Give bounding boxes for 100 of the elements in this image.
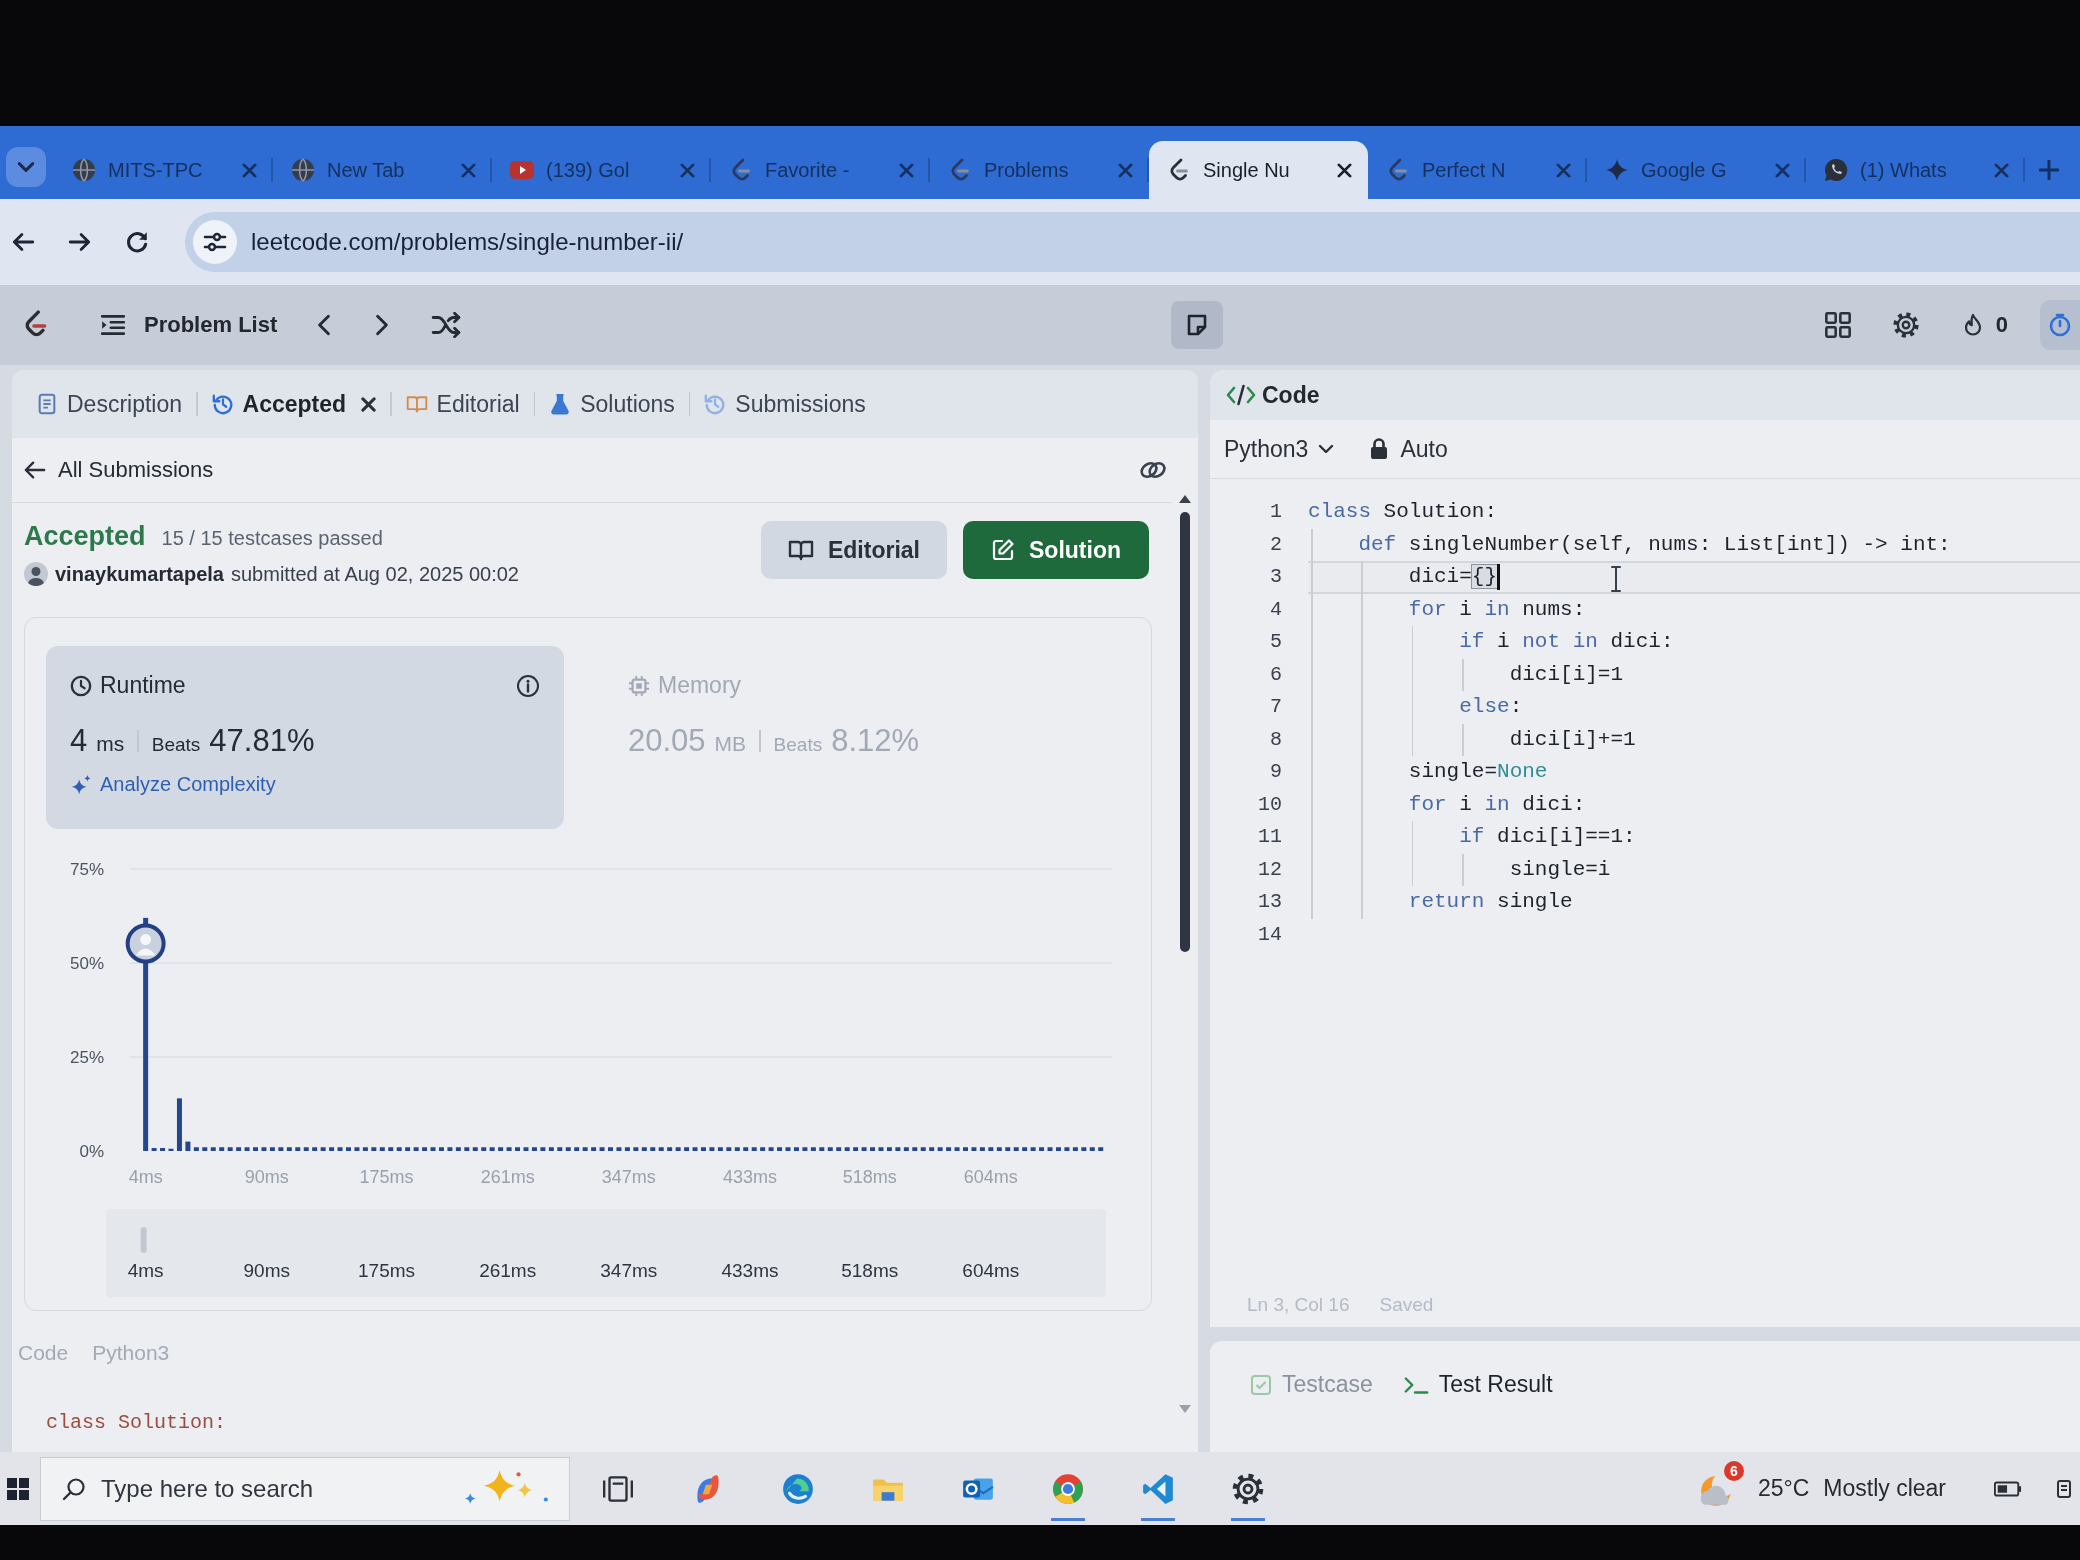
site-settings-icon[interactable] (193, 220, 237, 264)
range-label: 175ms (358, 1260, 416, 1281)
timer-button[interactable] (2040, 300, 2080, 350)
shuffle-icon[interactable] (431, 312, 462, 338)
chart-bar (557, 1147, 563, 1151)
close-icon[interactable] (361, 396, 377, 412)
code-line: else: (1459, 694, 1523, 721)
range-handle[interactable] (140, 1227, 147, 1253)
reload-icon[interactable] (124, 229, 150, 255)
chart-bar (751, 1147, 757, 1151)
plus-icon[interactable] (2039, 160, 2059, 180)
panel-tab[interactable]: Submissions (690, 390, 880, 418)
avatar-icon (24, 562, 48, 586)
wave-logo-icon[interactable] (781, 1471, 815, 1506)
y-axis-label: 50% (69, 954, 104, 973)
line-number: 3 (1269, 564, 1282, 590)
panel-tab[interactable]: Description (22, 390, 197, 418)
chart-bar (582, 1147, 588, 1151)
layout-grid-icon[interactable] (1823, 311, 1852, 339)
chart-bar (1047, 1147, 1053, 1151)
chart-bar (878, 1147, 884, 1151)
panel-tab[interactable]: Editorial (391, 390, 534, 418)
ribbon-icon[interactable] (1141, 1471, 1175, 1506)
section-label: Code (18, 1341, 69, 1365)
chart-bar (168, 1148, 174, 1151)
chart-bar (709, 1147, 715, 1151)
range-label: 347ms (600, 1260, 658, 1281)
chart-bar (1030, 1147, 1036, 1151)
editorial-button[interactable]: Editorial (761, 521, 947, 579)
scroll-up-icon[interactable] (1178, 494, 1192, 504)
chart-bar (658, 1147, 664, 1151)
all-submissions-link[interactable]: All Submissions (24, 457, 214, 483)
chart-bar (565, 1147, 571, 1151)
chart-bar (608, 1147, 613, 1151)
chart-bar (430, 1147, 436, 1151)
beats-label: Beats (773, 734, 823, 756)
start-menu-icon[interactable] (6, 1476, 30, 1501)
color-wheel-icon[interactable] (1051, 1471, 1085, 1506)
search-icon (61, 1476, 87, 1501)
chevron-left-icon[interactable] (317, 314, 332, 336)
chart-bar (405, 1147, 411, 1151)
address-field[interactable]: leetcode.com/problems/single-number-ii/ (185, 212, 2080, 272)
chip-icon (628, 674, 650, 697)
book-icon (405, 393, 428, 415)
analyze-complexity-link[interactable]: Analyze Complexity (70, 773, 276, 796)
chart-bar (1039, 1147, 1045, 1151)
chart-bar (346, 1147, 351, 1151)
panel-tab[interactable]: Solutions (535, 390, 689, 418)
note-icon (1185, 313, 1209, 337)
chart-bar (1081, 1147, 1087, 1151)
solution-button[interactable]: Solution (963, 521, 1149, 579)
browser-tab[interactable]: Single Nu (1149, 141, 1368, 199)
chevron-right-icon[interactable] (375, 314, 390, 336)
tab-search-button[interactable] (6, 147, 46, 187)
chart-bar (760, 1147, 766, 1151)
chart-bar (650, 1147, 656, 1151)
metric-unit: ms (96, 732, 125, 756)
chart-bar (1022, 1147, 1028, 1151)
chart-bar (929, 1147, 935, 1151)
language-select[interactable]: Python3 (1224, 435, 1335, 463)
chart-bar (303, 1147, 309, 1151)
panel-tab[interactable]: Accepted (197, 390, 391, 418)
tray-icon[interactable] (2056, 1478, 2072, 1499)
battery-icon[interactable] (1994, 1479, 2022, 1498)
panel-title: Code (1262, 381, 1320, 409)
chart-bar (726, 1147, 732, 1151)
chart-bar (844, 1147, 850, 1151)
chart-bar (447, 1147, 453, 1151)
line-number: 13 (1257, 889, 1282, 915)
chart-bar (269, 1147, 275, 1151)
username-link[interactable]: vinaykumartapela (55, 562, 224, 586)
chart-bar (777, 1147, 783, 1151)
chart-bar (261, 1147, 267, 1151)
submission-time: submitted at Aug 02, 2025 00:02 (231, 562, 519, 586)
code-line: for i in dici: (1408, 791, 1586, 818)
chart-bar (219, 1147, 225, 1151)
settings-icon[interactable] (1891, 311, 1920, 339)
line-number: 10 (1257, 791, 1282, 818)
globe-icon (291, 158, 315, 182)
chart-bar (734, 1147, 740, 1151)
problem-list-button[interactable]: Problem List (100, 312, 278, 338)
close-icon[interactable] (1337, 162, 1352, 178)
settings-icon[interactable] (1231, 1471, 1265, 1506)
chart-bar (413, 1147, 419, 1151)
chart-bar (337, 1147, 343, 1151)
notes-button[interactable] (1171, 301, 1223, 349)
console-tab[interactable]: Test Result (1402, 1371, 1553, 1398)
chart-bar (920, 1147, 926, 1151)
scrollbar-thumb[interactable] (1180, 512, 1190, 952)
info-icon[interactable] (516, 673, 540, 698)
streak-button[interactable]: 0 (1959, 312, 2008, 338)
list-icon (100, 313, 126, 337)
chart-bar (236, 1147, 242, 1151)
testcase-count: 15 / 15 testcases passed (161, 527, 383, 550)
search-field[interactable]: Type here to search (40, 1456, 570, 1521)
chart-bar (295, 1147, 301, 1151)
chart-bar (253, 1147, 258, 1151)
auto-button[interactable]: Auto (1370, 435, 1448, 463)
metric-card[interactable]: Runtime 4 ms Beats 47.81% Analyze Complexity (46, 646, 564, 829)
chart-bar (870, 1147, 875, 1151)
